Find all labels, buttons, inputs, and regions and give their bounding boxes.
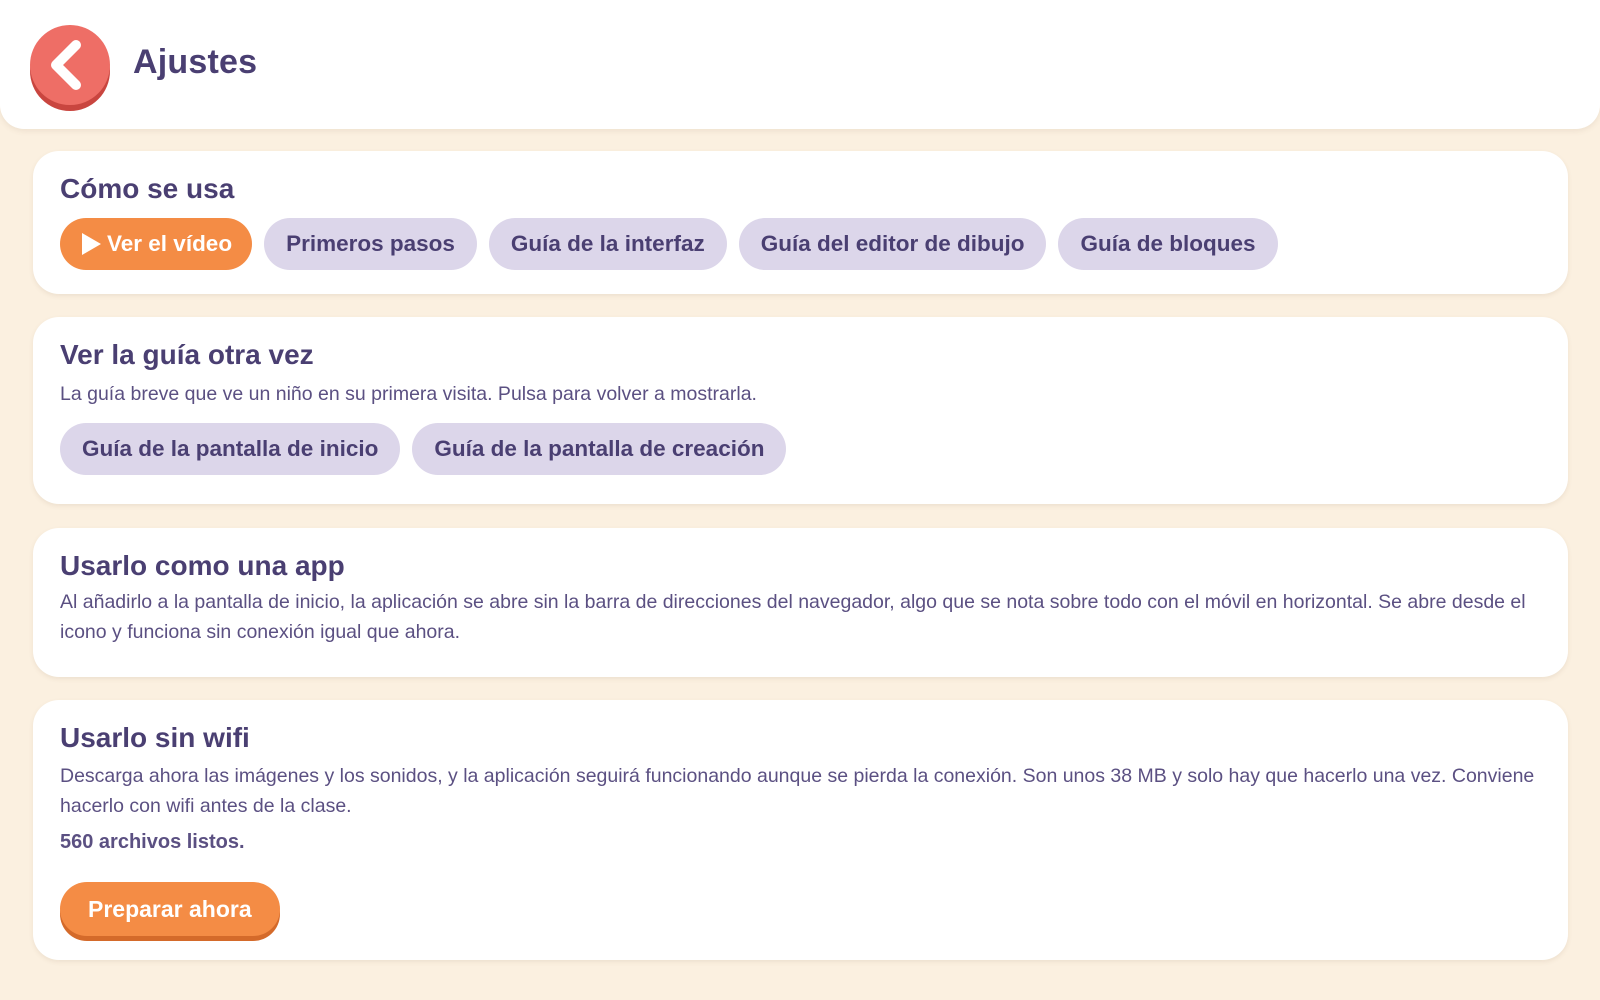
home-screen-tour-label: Guía de la pantalla de inicio <box>82 436 379 461</box>
home-screen-tour-button[interactable]: Guía de la pantalla de inicio <box>60 423 401 475</box>
top-bar: Ajustes <box>0 0 1600 129</box>
chevron-left-icon <box>51 40 81 90</box>
tour-title: Ver la guía otra vez <box>60 339 314 370</box>
tour-description: La guía breve que ve un niño en su prime… <box>60 383 757 405</box>
drawing-editor-guide-button[interactable]: Guía del editor de dibujo <box>738 218 1047 270</box>
play-icon <box>82 233 101 255</box>
install-app-title: Usarlo como una app <box>60 550 345 581</box>
watch-video-label: Ver el vídeo <box>107 231 233 256</box>
drawing-editor-guide-label: Guía del editor de dibujo <box>760 231 1025 256</box>
install-app-card: Usarlo como una app Al añadirlo a la pan… <box>33 528 1568 677</box>
watch-video-button[interactable]: Ver el vídeo <box>60 218 253 270</box>
offline-description: Descarga ahora las imágenes y los sonido… <box>60 765 1535 817</box>
create-screen-tour-button[interactable]: Guía de la pantalla de creación <box>412 423 787 475</box>
first-steps-button[interactable]: Primeros pasos <box>264 218 477 270</box>
page-title: Ajustes <box>133 43 258 81</box>
create-screen-tour-label: Guía de la pantalla de creación <box>434 436 765 461</box>
blocks-guide-label: Guía de bloques <box>1080 231 1256 256</box>
how-to-use-card: Cómo se usa Ver el vídeo Primeros pasos … <box>33 151 1568 294</box>
blocks-guide-button[interactable]: Guía de bloques <box>1058 218 1278 270</box>
install-app-description: Al añadirlo a la pantalla de inicio, la … <box>60 591 1526 643</box>
prepare-now-button[interactable]: Preparar ahora <box>60 882 280 936</box>
tour-buttons: Guía de la pantalla de inicio Guía de la… <box>60 423 1541 475</box>
offline-title: Usarlo sin wifi <box>60 722 250 753</box>
how-to-use-title: Cómo se usa <box>60 173 235 204</box>
tour-card: Ver la guía otra vez La guía breve que v… <box>33 317 1568 504</box>
offline-status: 560 archivos listos. <box>60 831 245 853</box>
interface-guide-label: Guía de la interfaz <box>510 231 705 256</box>
how-to-use-buttons: Ver el vídeo Primeros pasos Guía de la i… <box>60 218 1541 270</box>
prepare-now-label: Preparar ahora <box>88 895 252 922</box>
offline-card: Usarlo sin wifi Descarga ahora las imáge… <box>33 700 1568 960</box>
first-steps-label: Primeros pasos <box>286 231 455 256</box>
back-button[interactable] <box>30 25 110 105</box>
interface-guide-button[interactable]: Guía de la interfaz <box>488 218 727 270</box>
